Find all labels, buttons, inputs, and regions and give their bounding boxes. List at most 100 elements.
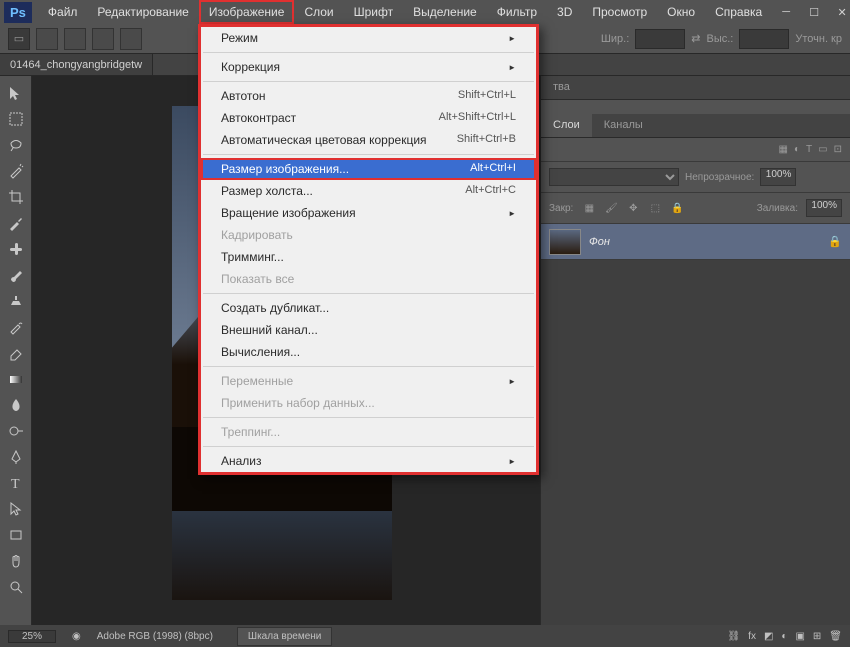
menu-window[interactable]: Окно bbox=[657, 0, 705, 24]
adjustment-icon[interactable]: ◐ bbox=[781, 631, 787, 642]
blend-mode-select[interactable] bbox=[549, 168, 679, 186]
filter-type-icon[interactable]: T bbox=[806, 144, 812, 155]
menu-select[interactable]: Выделение bbox=[403, 0, 487, 24]
menu-3d[interactable]: 3D bbox=[547, 0, 582, 24]
height-field[interactable] bbox=[739, 29, 789, 49]
lock-all-icon[interactable]: 🔒 bbox=[669, 200, 685, 216]
selection-new-icon[interactable] bbox=[36, 28, 58, 50]
menu-item[interactable]: Вычисления... bbox=[201, 341, 536, 363]
timeline-panel-tab[interactable]: Шкала времени bbox=[237, 627, 332, 646]
menu-item-label: Кадрировать bbox=[221, 228, 293, 242]
opacity-value[interactable]: 100% bbox=[760, 168, 796, 186]
lock-position-icon[interactable]: ✥ bbox=[625, 200, 641, 216]
fx-icon[interactable]: fx bbox=[748, 631, 756, 642]
layer-name[interactable]: Фон bbox=[589, 236, 820, 248]
blur-tool[interactable] bbox=[3, 394, 29, 416]
eyedropper-tool[interactable] bbox=[3, 212, 29, 234]
group-icon[interactable]: ▣ bbox=[795, 631, 804, 642]
magic-wand-tool[interactable] bbox=[3, 160, 29, 182]
pen-tool[interactable] bbox=[3, 446, 29, 468]
menu-item[interactable]: Автоматическая цветовая коррекцияShift+C… bbox=[201, 129, 536, 151]
minimize-button[interactable]: ─ bbox=[772, 2, 800, 22]
fill-value[interactable]: 100% bbox=[806, 199, 842, 217]
menu-filter[interactable]: Фильтр bbox=[487, 0, 547, 24]
filter-pixel-icon[interactable]: ▦ bbox=[779, 144, 788, 155]
crop-tool[interactable] bbox=[3, 186, 29, 208]
marquee-tool[interactable] bbox=[3, 108, 29, 130]
filter-shape-icon[interactable]: ▭ bbox=[818, 144, 827, 155]
path-selection-tool[interactable] bbox=[3, 498, 29, 520]
hand-tool[interactable] bbox=[3, 550, 29, 572]
menu-file[interactable]: Файл bbox=[38, 0, 88, 24]
swap-icon[interactable]: ⇄ bbox=[691, 32, 700, 45]
panel-tab-layers[interactable]: Слои bbox=[541, 114, 592, 137]
eraser-tool[interactable] bbox=[3, 342, 29, 364]
colorspace-icon[interactable]: ◉ bbox=[72, 631, 81, 642]
new-layer-icon[interactable]: ⊞ bbox=[813, 631, 821, 642]
gradient-tool[interactable] bbox=[3, 368, 29, 390]
tool-preset-icon[interactable]: ▭ bbox=[8, 28, 30, 50]
menu-separator bbox=[203, 81, 534, 82]
menu-help[interactable]: Справка bbox=[705, 0, 772, 24]
menu-item-label: Размер изображения... bbox=[221, 162, 349, 176]
menu-item[interactable]: Анализ bbox=[201, 450, 536, 472]
menu-view[interactable]: Просмотр bbox=[582, 0, 657, 24]
maximize-button[interactable]: ☐ bbox=[800, 2, 828, 22]
lasso-tool[interactable] bbox=[3, 134, 29, 156]
menu-item-label: Тримминг... bbox=[221, 250, 284, 264]
lock-transparency-icon[interactable]: ▦ bbox=[581, 200, 597, 216]
layer-row[interactable]: Фон 🔒 bbox=[541, 224, 850, 260]
menu-item[interactable]: Размер изображения... Alt+Ctrl+I bbox=[201, 158, 536, 180]
refine-edge-label[interactable]: Уточн. кр bbox=[795, 33, 842, 45]
lock-artboard-icon[interactable]: ⬚ bbox=[647, 200, 663, 216]
history-brush-tool[interactable] bbox=[3, 316, 29, 338]
menu-item-shortcut: Shift+Ctrl+L bbox=[458, 89, 516, 103]
menu-item[interactable]: Вращение изображения bbox=[201, 202, 536, 224]
menu-item-shortcut: Alt+Ctrl+C bbox=[465, 184, 516, 198]
layer-thumbnail[interactable] bbox=[549, 229, 581, 255]
lock-image-icon[interactable]: 🖌 bbox=[603, 200, 619, 216]
clone-stamp-tool[interactable] bbox=[3, 290, 29, 312]
menu-image[interactable]: Изображение bbox=[199, 0, 295, 24]
filter-adjust-icon[interactable]: ◐ bbox=[794, 144, 800, 155]
link-icon[interactable]: ⛓ bbox=[727, 631, 740, 642]
trash-icon[interactable]: 🗑 bbox=[829, 631, 842, 642]
menu-item[interactable]: Автоконтраст Alt+Shift+Ctrl+L bbox=[201, 107, 536, 129]
mask-icon[interactable]: ◩ bbox=[764, 631, 773, 642]
selection-subtract-icon[interactable] bbox=[92, 28, 114, 50]
menu-item-label: Автотон bbox=[221, 89, 266, 103]
zoom-field[interactable]: 25% bbox=[8, 630, 56, 643]
width-field[interactable] bbox=[635, 29, 685, 49]
menu-item-shortcut: Alt+Shift+Ctrl+L bbox=[439, 111, 516, 125]
layer-lock-icon[interactable]: 🔒 bbox=[828, 235, 842, 248]
menu-item-shortcut: Alt+Ctrl+I bbox=[470, 162, 516, 176]
close-button[interactable]: ✕ bbox=[828, 2, 850, 22]
menu-item[interactable]: Создать дубликат... bbox=[201, 297, 536, 319]
panel-tab-channels[interactable]: Каналы bbox=[592, 114, 655, 137]
menu-edit[interactable]: Редактирование bbox=[87, 0, 198, 24]
menu-type[interactable]: Шрифт bbox=[344, 0, 403, 24]
healing-brush-tool[interactable] bbox=[3, 238, 29, 260]
panel-tab-properties[interactable]: тва bbox=[541, 76, 582, 99]
menu-item[interactable]: Автотон Shift+Ctrl+L bbox=[201, 85, 536, 107]
selection-intersect-icon[interactable] bbox=[120, 28, 142, 50]
menu-item: Применить набор данных... bbox=[201, 392, 536, 414]
menu-separator bbox=[203, 154, 534, 155]
selection-add-icon[interactable] bbox=[64, 28, 86, 50]
menu-item[interactable]: Размер холста...Alt+Ctrl+C bbox=[201, 180, 536, 202]
type-tool[interactable]: T bbox=[3, 472, 29, 494]
dodge-tool[interactable] bbox=[3, 420, 29, 442]
zoom-tool[interactable] bbox=[3, 576, 29, 598]
menu-item[interactable]: Тримминг... bbox=[201, 246, 536, 268]
menu-item[interactable]: Режим bbox=[201, 27, 536, 49]
document-tab[interactable]: 01464_chongyangbridgetw bbox=[0, 54, 153, 75]
menu-layers[interactable]: Слои bbox=[294, 0, 343, 24]
menu-item-label: Автоконтраст bbox=[221, 111, 296, 125]
menu-item[interactable]: Внешний канал... bbox=[201, 319, 536, 341]
brush-tool[interactable] bbox=[3, 264, 29, 286]
move-tool[interactable] bbox=[3, 82, 29, 104]
menu-item[interactable]: Коррекция bbox=[201, 56, 536, 78]
menu-item-label: Переменные bbox=[221, 374, 293, 388]
filter-smart-icon[interactable]: ⊡ bbox=[834, 144, 842, 155]
rectangle-tool[interactable] bbox=[3, 524, 29, 546]
